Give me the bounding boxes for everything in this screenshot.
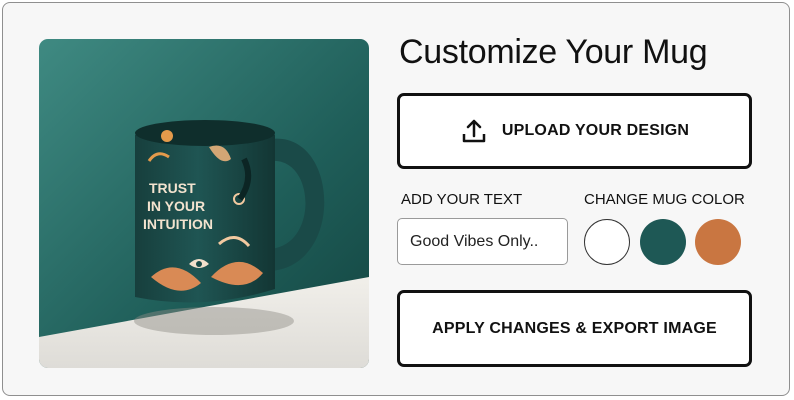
mug-print-line-2: IN YOUR <box>147 198 205 214</box>
mug-print-line-1: TRUST <box>149 180 196 196</box>
apply-export-button[interactable]: APPLY CHANGES & EXPORT IMAGE <box>397 290 752 367</box>
page-title: Customize Your Mug <box>399 33 708 71</box>
custom-text-input[interactable] <box>397 218 568 265</box>
change-color-label: CHANGE MUG COLOR <box>584 191 745 208</box>
color-swatch-white[interactable] <box>584 219 630 265</box>
color-swatch-orange[interactable] <box>695 219 741 265</box>
upload-design-label: UPLOAD YOUR DESIGN <box>501 122 690 139</box>
add-text-label: ADD YOUR TEXT <box>401 191 523 208</box>
color-swatch-teal[interactable] <box>640 219 686 265</box>
mug-print-line-3: INTUITION <box>143 216 213 232</box>
customizer-card: TRUST IN YOUR INTUITION Customize Your M… <box>2 2 790 396</box>
mug-preview-image: TRUST IN YOUR INTUITION <box>39 39 369 368</box>
upload-design-button[interactable]: UPLOAD YOUR DESIGN <box>397 93 752 169</box>
upload-icon <box>460 117 488 145</box>
